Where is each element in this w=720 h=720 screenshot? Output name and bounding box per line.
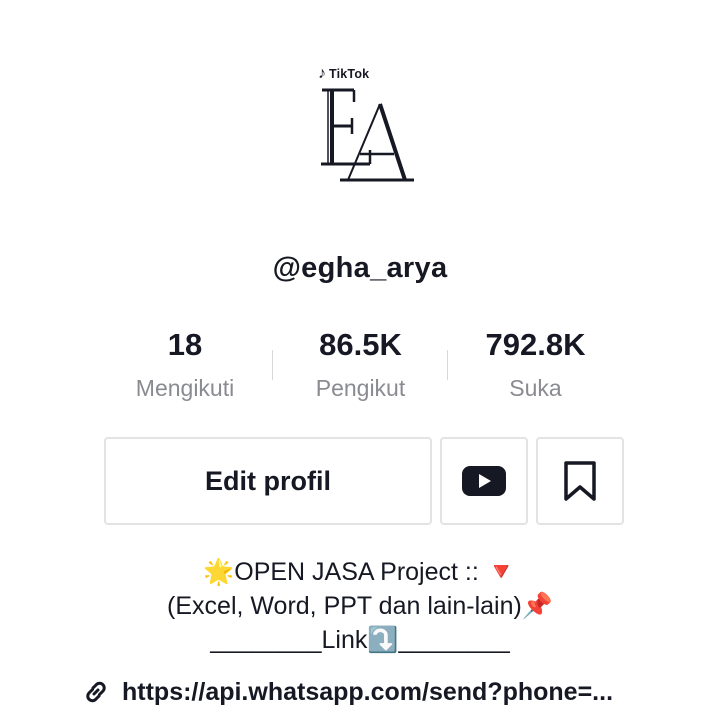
stat-following-value: 18 — [167, 327, 203, 362]
bio-line: 🌟OPEN JASA Project :: 🔻 — [203, 558, 517, 586]
stat-followers-value: 86.5K — [319, 327, 402, 362]
stat-divider — [272, 350, 273, 380]
avatar[interactable] — [310, 64, 422, 188]
stat-following[interactable]: 18 Mengikuti — [97, 324, 273, 410]
bookmark-icon — [564, 461, 596, 501]
stat-following-label: Mengikuti — [135, 375, 235, 401]
link-icon — [86, 681, 106, 703]
stat-likes-label: Suka — [509, 375, 562, 401]
stat-likes-value: 792.8K — [485, 327, 586, 362]
profile-bio: 🌟OPEN JASA Project :: 🔻 (Excel, Word, PP… — [0, 555, 720, 657]
stat-divider — [447, 350, 448, 380]
youtube-icon — [462, 466, 506, 496]
profile-stats: 18 Mengikuti 86.5K Pengikut 792.8K Suka — [97, 324, 623, 404]
stat-likes[interactable]: 792.8K Suka — [448, 324, 623, 410]
stat-followers[interactable]: 86.5K Pengikut — [273, 324, 448, 410]
youtube-button[interactable] — [440, 437, 528, 525]
bio-link-text[interactable]: https://api.whatsapp.com/send?phone=... — [122, 678, 613, 707]
edit-profile-button[interactable]: Edit profil — [104, 437, 432, 525]
stat-followers-label: Pengikut — [315, 375, 406, 401]
username: @egha_arya — [272, 252, 448, 284]
bio-line: (Excel, Word, PPT dan lain-lain)📌 — [167, 592, 553, 620]
bio-line: ________Link⤵️________ — [210, 626, 510, 654]
avatar-monogram-a — [340, 103, 414, 182]
edit-profile-label: Edit profil — [205, 465, 331, 496]
bio-link[interactable]: https://api.whatsapp.com/send?phone=... — [82, 672, 613, 712]
bookmark-button[interactable] — [536, 437, 624, 525]
